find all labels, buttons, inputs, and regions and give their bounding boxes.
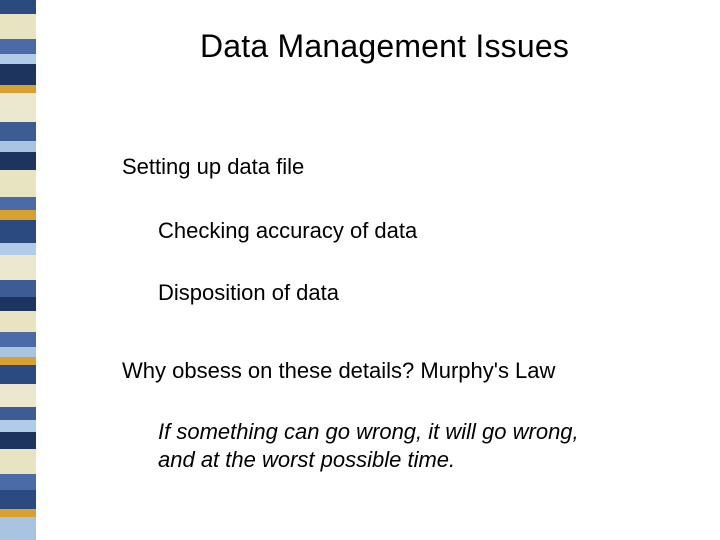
sidebar-segment [0,432,36,449]
sidebar-segment [0,517,36,540]
sidebar-segment [0,122,36,141]
sidebar-segment [0,39,36,54]
decorative-sidebar [0,0,36,540]
bullet-setup: Setting up data file [122,154,304,180]
sidebar-segment [0,152,36,169]
sidebar-segment [0,347,36,357]
sidebar-segment [0,141,36,153]
sidebar-segment [0,14,36,39]
sidebar-segment [0,210,36,220]
sidebar-segment [0,311,36,332]
sidebar-segment [0,243,36,255]
sidebar-segment [0,170,36,197]
sidebar-segment [0,85,36,93]
sidebar-segment [0,64,36,85]
bullet-disposition: Disposition of data [158,280,339,306]
sidebar-segment [0,357,36,365]
slide-title: Data Management Issues [200,28,569,65]
sidebar-segment [0,384,36,407]
sidebar-segment [0,474,36,489]
sidebar-segment [0,449,36,474]
sidebar-segment [0,0,36,14]
bullet-checking: Checking accuracy of data [158,218,417,244]
sidebar-segment [0,420,36,432]
slide: Data Management Issues Setting up data f… [0,0,720,540]
sidebar-segment [0,255,36,280]
sidebar-segment [0,509,36,517]
sidebar-segment [0,54,36,64]
sidebar-segment [0,280,36,297]
bullet-why: Why obsess on these details? Murphy's La… [122,358,555,384]
sidebar-segment [0,365,36,384]
sidebar-segment [0,297,36,311]
quote-murphy: If something can go wrong, it will go wr… [158,418,620,473]
sidebar-segment [0,407,36,421]
sidebar-segment [0,93,36,122]
sidebar-segment [0,490,36,509]
sidebar-segment [0,220,36,243]
sidebar-segment [0,332,36,347]
sidebar-segment [0,197,36,211]
